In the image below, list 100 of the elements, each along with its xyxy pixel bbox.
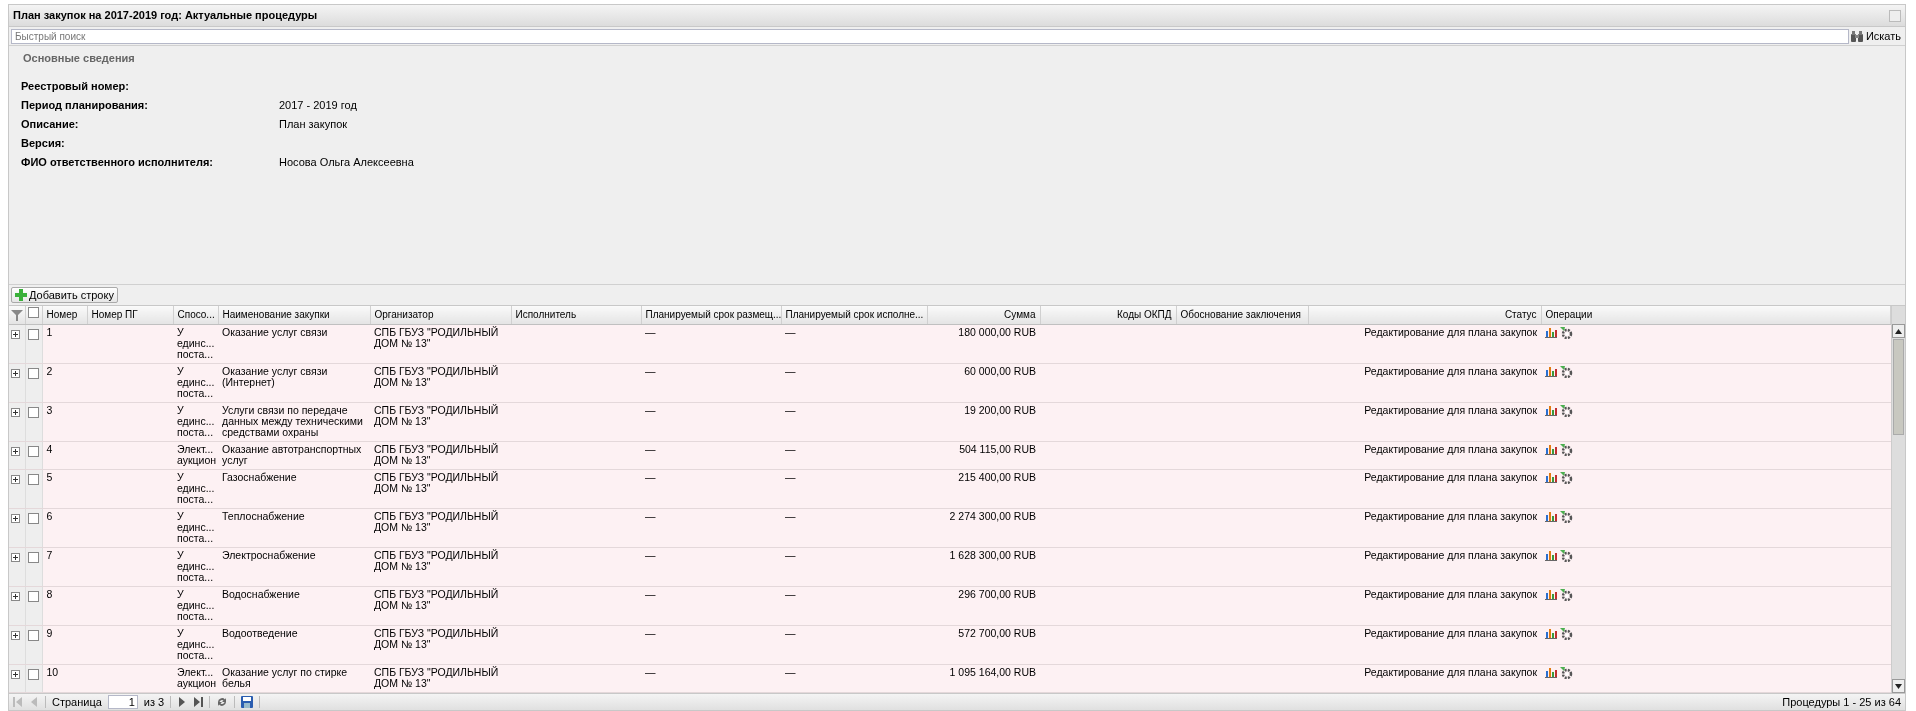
refresh-icon[interactable] (216, 696, 229, 708)
table-cell: — (645, 626, 656, 639)
bar-chart-icon[interactable] (1545, 510, 1557, 522)
table-cell: Редактирование для плана закупок (1364, 509, 1537, 522)
gear-icon[interactable] (1560, 627, 1573, 640)
expand-icon[interactable] (11, 330, 20, 340)
plus-icon (15, 289, 27, 301)
save-icon[interactable] (241, 696, 254, 708)
gear-icon[interactable] (1560, 549, 1573, 562)
column-header[interactable]: Исполнитель (511, 306, 641, 324)
row-checkbox[interactable] (27, 512, 39, 524)
last-page-icon[interactable] (193, 697, 204, 707)
table-cell: 180 000,00 RUB (958, 325, 1036, 338)
row-checkbox[interactable] (27, 445, 39, 457)
table-cell: Редактирование для плана закупок (1364, 587, 1537, 600)
row-checkbox[interactable] (27, 328, 39, 340)
table-cell: Редактирование для плана закупок (1364, 626, 1537, 639)
table-cell: 6 (46, 509, 53, 522)
expand-icon[interactable] (11, 475, 20, 485)
table-cell: У единс... поста... (177, 626, 215, 661)
table-cell: — (645, 587, 656, 600)
expand-icon[interactable] (11, 514, 20, 524)
bar-chart-icon[interactable] (1545, 588, 1557, 600)
bar-chart-icon[interactable] (1545, 666, 1557, 678)
bar-chart-icon[interactable] (1545, 404, 1557, 416)
expand-icon[interactable] (11, 369, 20, 379)
column-header[interactable]: Номер (42, 306, 87, 324)
table-cell: — (645, 325, 656, 338)
row-checkbox[interactable] (27, 367, 39, 379)
gear-icon[interactable] (1560, 471, 1573, 484)
page-number-field[interactable]: 1 (107, 695, 138, 709)
scrollbar-thumb[interactable] (1893, 339, 1904, 435)
row-checkbox[interactable] (27, 629, 39, 641)
column-header[interactable]: Операции (1541, 306, 1891, 324)
gear-icon[interactable] (1560, 443, 1573, 456)
expand-icon[interactable] (11, 408, 20, 418)
gear-icon[interactable] (1560, 326, 1573, 339)
column-header[interactable]: Статус (1308, 306, 1541, 324)
bar-chart-icon[interactable] (1545, 471, 1557, 483)
window-title: План закупок на 2017-2019 год: Актуальные процедуры (13, 8, 318, 24)
collapse-toggle[interactable] (1889, 9, 1901, 22)
expand-icon[interactable] (11, 553, 20, 563)
gear-icon[interactable] (1560, 588, 1573, 601)
table-cell: 2 (46, 364, 53, 377)
expand-icon[interactable] (11, 631, 20, 641)
column-header[interactable]: Сумма (927, 306, 1040, 324)
table-cell: 2 274 300,00 RUB (949, 509, 1036, 522)
table-cell: У единс... поста... (177, 548, 215, 583)
expand-icon[interactable] (11, 670, 20, 680)
column-header[interactable]: Наименование закупки (218, 306, 370, 324)
table-cell: — (785, 665, 796, 678)
column-header[interactable]: Коды ОКПД (1040, 306, 1176, 324)
scroll-up-button[interactable] (1892, 324, 1905, 338)
column-header[interactable]: Организатор (370, 306, 511, 324)
bar-chart-icon[interactable] (1545, 365, 1557, 377)
table-cell: У единс... поста... (177, 509, 215, 544)
table-cell: Редактирование для плана закупок (1364, 364, 1537, 377)
scroll-down-button[interactable] (1892, 679, 1905, 693)
gear-icon[interactable] (1560, 510, 1573, 523)
bar-chart-icon[interactable] (1545, 627, 1557, 639)
binoculars-icon (1850, 30, 1863, 42)
bar-chart-icon[interactable] (1545, 326, 1557, 338)
field-label: Период планирования: (21, 97, 149, 113)
table-cell: 10 (46, 665, 59, 678)
field-value: 2017 - 2019 год (279, 97, 357, 113)
add-row-button[interactable]: Добавить строку (11, 287, 118, 303)
table-cell: — (645, 403, 656, 416)
gear-icon[interactable] (1560, 365, 1573, 378)
row-checkbox[interactable] (27, 473, 39, 485)
field-label: Описание: (21, 116, 80, 132)
search-field[interactable]: Быстрый поиск (11, 28, 1849, 44)
column-header[interactable]: Номер ПГ (87, 306, 173, 324)
table-cell: 1 095 164,00 RUB (949, 665, 1036, 678)
section-title: Основные сведения (23, 51, 136, 66)
table-cell: СПБ ГБУЗ "РОДИЛЬНЫЙ ДОМ № 13" (374, 364, 499, 388)
row-checkbox[interactable] (27, 668, 39, 680)
row-checkbox[interactable] (27, 551, 39, 563)
filter-icon[interactable] (11, 310, 23, 322)
table-cell: Водоотведение (222, 626, 298, 639)
search-button[interactable]: Искать (1848, 27, 1903, 45)
bar-chart-icon[interactable] (1545, 443, 1557, 455)
gear-icon[interactable] (1560, 404, 1573, 417)
table-cell: 7 (46, 548, 53, 561)
expand-icon[interactable] (11, 447, 20, 457)
row-checkbox[interactable] (27, 406, 39, 418)
table-cell: У единс... поста... (177, 587, 215, 622)
table-cell: 215 400,00 RUB (958, 470, 1036, 483)
row-checkbox[interactable] (27, 590, 39, 602)
bar-chart-icon[interactable] (1545, 549, 1557, 561)
gear-icon[interactable] (1560, 666, 1573, 679)
table-cell: 504 115,00 RUB (959, 442, 1036, 455)
column-header[interactable]: Планируемый срок исполне... (781, 306, 927, 324)
column-header[interactable]: Планируемый срок размещ... (641, 306, 781, 324)
expand-icon[interactable] (11, 592, 20, 602)
column-header[interactable]: Спосо... (173, 306, 218, 324)
select-all-checkbox[interactable] (27, 307, 39, 319)
table-cell: СПБ ГБУЗ "РОДИЛЬНЫЙ ДОМ № 13" (374, 442, 499, 466)
table-cell: СПБ ГБУЗ "РОДИЛЬНЫЙ ДОМ № 13" (374, 325, 499, 349)
column-header[interactable]: Обоснование заключения (1176, 306, 1308, 324)
page-summary: Процедуры 1 - 25 из 64 (1782, 694, 1901, 710)
